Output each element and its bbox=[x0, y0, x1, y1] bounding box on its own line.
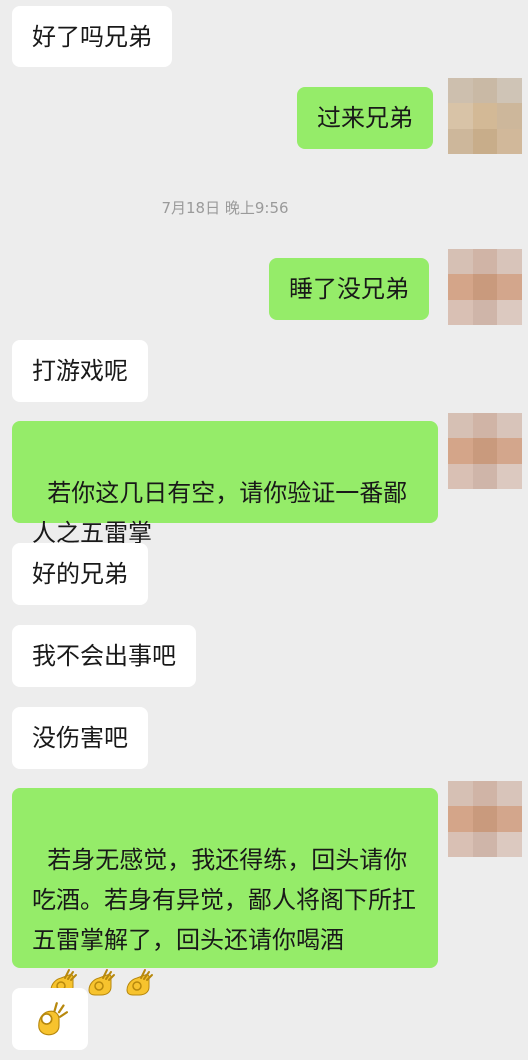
message-text: 没伤害吧 bbox=[32, 724, 128, 752]
user-avatar[interactable] bbox=[448, 249, 522, 325]
user-avatar[interactable] bbox=[448, 781, 522, 857]
message-text: 过来兄弟 bbox=[317, 104, 413, 132]
message-text: 我不会出事吧 bbox=[32, 642, 176, 670]
incoming-message[interactable]: 我不会出事吧 bbox=[12, 625, 196, 687]
outgoing-message[interactable]: 睡了没兄弟 bbox=[269, 258, 429, 320]
message-text: 若你这几日有空，请你验证一番鄙人之五雷掌 bbox=[32, 479, 408, 547]
chat-timestamp: 7月18日 晚上9:56 bbox=[161, 199, 289, 217]
incoming-message[interactable]: 好了吗兄弟 bbox=[12, 6, 172, 67]
message-text: 好了吗兄弟 bbox=[32, 22, 152, 51]
message-text: 打游戏呢 bbox=[32, 357, 128, 385]
message-text: 睡了没兄弟 bbox=[289, 275, 409, 303]
user-avatar[interactable] bbox=[448, 78, 522, 154]
incoming-message[interactable]: 没伤害吧 bbox=[12, 707, 148, 769]
outgoing-message[interactable]: 若身无感觉，我还得练，回头请你吃酒。若身有异觉，鄙人将阁下所扛五雷掌解了，回头还… bbox=[12, 788, 438, 996]
incoming-message[interactable]: 好的兄弟 bbox=[12, 543, 148, 605]
user-avatar[interactable] bbox=[448, 413, 522, 489]
ok-hand-icon bbox=[38, 1002, 68, 1036]
incoming-message[interactable]: 打游戏呢 bbox=[12, 340, 148, 402]
incoming-message[interactable] bbox=[12, 988, 88, 1050]
outgoing-message[interactable]: 过来兄弟 bbox=[297, 87, 433, 149]
message-text: 好的兄弟 bbox=[32, 560, 128, 588]
ok-hand-icon bbox=[88, 969, 116, 996]
ok-hand-icon bbox=[126, 969, 154, 996]
message-text: 若身无感觉，我还得练，回头请你吃酒。若身有异觉，鄙人将阁下所扛五雷掌解了，回头还… bbox=[32, 846, 416, 954]
outgoing-message[interactable]: 若你这几日有空，请你验证一番鄙人之五雷掌 bbox=[12, 421, 438, 547]
